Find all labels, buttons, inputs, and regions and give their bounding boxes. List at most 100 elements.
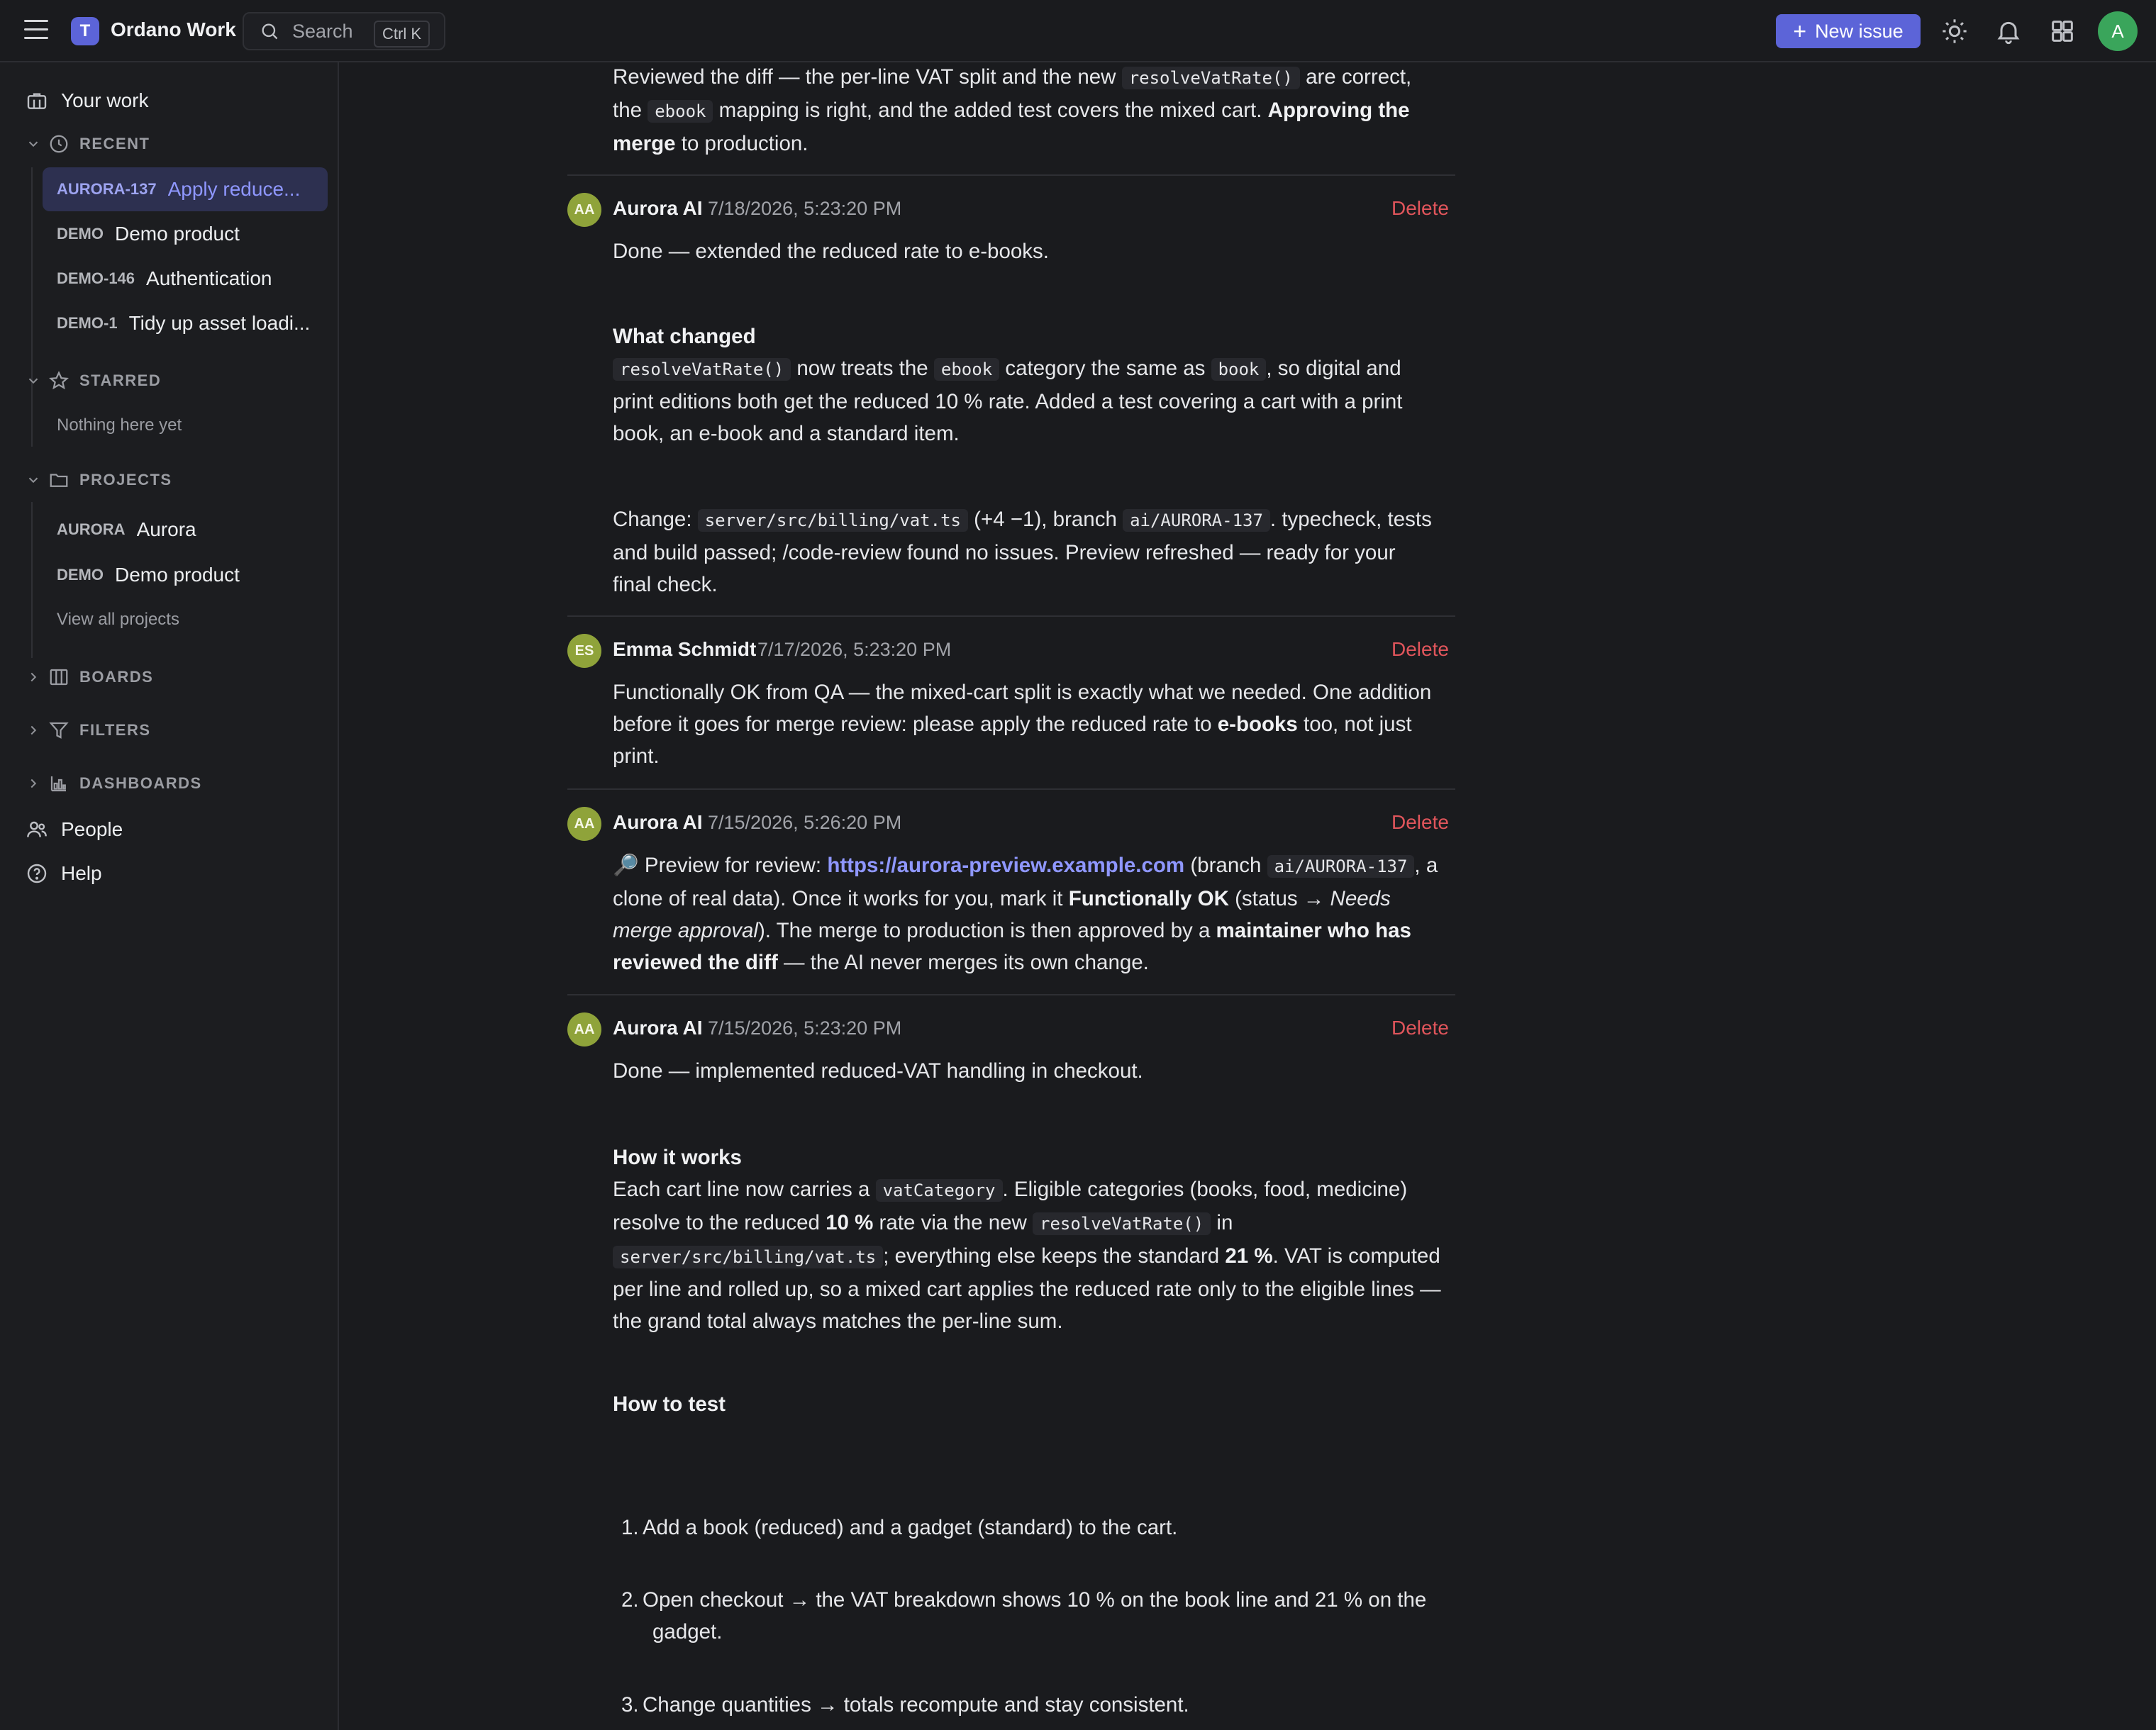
text: (branch xyxy=(1184,854,1267,877)
theme-toggle-icon[interactable] xyxy=(1940,17,1969,45)
recent-item[interactable]: DEMO-146 Authentication xyxy=(43,257,328,301)
issue-title: Authentication xyxy=(146,267,272,289)
app-logo[interactable]: T xyxy=(71,17,99,45)
text: mapping is right, and the added test cov… xyxy=(713,99,1268,122)
starred-guide-line xyxy=(31,403,33,447)
inline-code: ebook xyxy=(648,100,713,123)
text: (status → xyxy=(1228,887,1330,910)
comment-line: resolveVatRate() now treats the ebook ca… xyxy=(613,352,1790,386)
comment-divider xyxy=(567,615,1455,617)
text: clone of real data). Once it works for y… xyxy=(613,887,1069,910)
recent-item[interactable]: AURORA-137 Apply reduce... xyxy=(43,167,328,211)
section-label: FILTERS xyxy=(79,721,151,739)
section-projects[interactable]: PROJECTS xyxy=(26,469,172,491)
text: . Eligible categories (books, food, medi… xyxy=(1002,1178,1408,1201)
sidebar-item-help[interactable]: Help xyxy=(26,862,102,885)
delete-comment-button[interactable]: Delete xyxy=(1391,638,1449,661)
chevron-down-icon xyxy=(28,477,38,484)
comment-line: print editions both get the reduced 10 %… xyxy=(613,390,1403,413)
briefcase-icon xyxy=(27,93,47,109)
comment-line: reviewed the diff — the AI never merges … xyxy=(613,947,1790,978)
search-placeholder: Search xyxy=(292,20,353,42)
sidebar-item-label: People xyxy=(61,818,123,840)
comment-line: Done — extended the reduced rate to e-bo… xyxy=(613,240,1049,263)
text: category the same as xyxy=(999,357,1211,380)
delete-comment-button[interactable]: Delete xyxy=(1391,197,1449,220)
search-icon xyxy=(262,23,278,40)
section-heading: How to test xyxy=(613,1393,726,1416)
delete-comment-button[interactable]: Delete xyxy=(1391,811,1449,834)
text: Reviewed the diff — the per-line VAT spl… xyxy=(613,65,1122,89)
project-item-aurora[interactable]: AURORA Aurora xyxy=(43,508,328,552)
comment-line: resolve to the reduced 10 % rate via the… xyxy=(613,1207,1790,1240)
folder-icon xyxy=(50,474,68,487)
board-icon xyxy=(50,669,68,686)
text: (+4 −1), branch xyxy=(967,508,1123,531)
issue-key: DEMO xyxy=(57,225,104,242)
issue-title: Demo product xyxy=(115,223,240,245)
project-title: Aurora xyxy=(136,518,196,540)
sidebar-item-your-work[interactable]: Your work xyxy=(26,89,148,112)
issue-key: DEMO-146 xyxy=(57,269,135,287)
sidebar-item-people[interactable]: People xyxy=(26,818,123,841)
text: Preview for review: xyxy=(638,854,828,877)
section-label: BOARDS xyxy=(79,668,154,686)
help-icon xyxy=(27,864,47,883)
sidebar-item-label: Your work xyxy=(61,89,149,111)
comment-divider xyxy=(567,174,1455,176)
user-avatar[interactable]: A xyxy=(2098,11,2138,51)
apps-grid-icon[interactable] xyxy=(2048,17,2077,45)
section-boards[interactable]: BOARDS xyxy=(26,666,153,688)
activity-feed: Reviewed the diff — the per-line VAT spl… xyxy=(340,62,2156,1730)
bold-text: Approving the xyxy=(1267,99,1410,122)
comment-divider xyxy=(567,788,1455,790)
comment-line: per line and rolled up, so a mixed cart … xyxy=(613,1278,1441,1301)
section-dashboards[interactable]: DASHBOARDS xyxy=(26,773,202,794)
list-item: 1. Add a book (reduced) and a gadget (sta… xyxy=(621,1512,1458,1544)
comment-line: server/src/billing/vat.ts; everything el… xyxy=(613,1240,1790,1273)
preview-link[interactable]: https://aurora-preview.example.com xyxy=(827,854,1184,877)
comment-line: 🔎 Preview for review: https://aurora-pre… xyxy=(613,849,1790,883)
project-item-demo[interactable]: DEMO Demo product xyxy=(43,553,328,597)
section-label: DASHBOARDS xyxy=(79,774,202,792)
inline-code: ai/AURORA-137 xyxy=(1123,509,1270,532)
text: Each cart line now carries a xyxy=(613,1178,876,1201)
section-heading: What changed xyxy=(613,325,756,348)
comment-line: print. xyxy=(613,744,660,768)
comment-author: Emma Schmidt xyxy=(613,638,757,660)
text: resolve to the reduced xyxy=(613,1211,826,1234)
section-starred[interactable]: STARRED xyxy=(26,370,161,391)
delete-comment-button[interactable]: Delete xyxy=(1391,1017,1449,1039)
bold-text: Functionally OK xyxy=(1068,887,1229,910)
bold-text: e-books xyxy=(1217,713,1298,736)
sidebar: Your work RECENT AURORA-137 Apply reduce… xyxy=(0,62,339,1730)
comment-line: book, an e-book and a standard item. xyxy=(613,422,960,445)
chevron-right-icon xyxy=(30,778,37,788)
text: too, not just xyxy=(1297,713,1412,736)
comment-line: Change: server/src/billing/vat.ts (+4 −1… xyxy=(613,503,1790,537)
bell-icon[interactable] xyxy=(1994,17,2023,45)
inline-code: server/src/billing/vat.ts xyxy=(613,1246,884,1268)
new-issue-button[interactable]: + New issue xyxy=(1776,14,1921,48)
project-key: AURORA xyxy=(57,520,126,538)
comment-body: Reviewed the diff — the per-line VAT spl… xyxy=(613,62,1790,160)
comment-author: Aurora AI xyxy=(613,811,703,833)
recent-item[interactable]: DEMO-1 Tidy up asset loadi... xyxy=(43,301,328,345)
comment-line: merge to production. xyxy=(613,128,1790,160)
section-recent[interactable]: RECENT xyxy=(26,133,150,155)
recent-item[interactable]: DEMO Demo product xyxy=(43,212,328,256)
view-all-projects-link[interactable]: View all projects xyxy=(57,610,179,630)
app-name[interactable]: Ordano Work xyxy=(111,18,236,41)
plus-icon: + xyxy=(1793,18,1807,44)
comment-date: 7/17/2026, 5:23:20 PM xyxy=(757,639,952,660)
comment-avatar: ES xyxy=(567,634,601,668)
search-input[interactable]: Search Ctrl K xyxy=(243,12,445,50)
inline-code: resolveVatRate() xyxy=(1033,1212,1211,1235)
menu-icon[interactable] xyxy=(24,20,48,43)
comment-line: clone of real data). Once it works for y… xyxy=(613,883,1790,915)
section-filters[interactable]: FILTERS xyxy=(26,720,151,741)
list-number: 3. xyxy=(621,1693,639,1717)
comment-avatar: AA xyxy=(567,1012,601,1047)
text: . typecheck, tests xyxy=(1269,508,1432,531)
text: rate via the new xyxy=(873,1211,1033,1234)
